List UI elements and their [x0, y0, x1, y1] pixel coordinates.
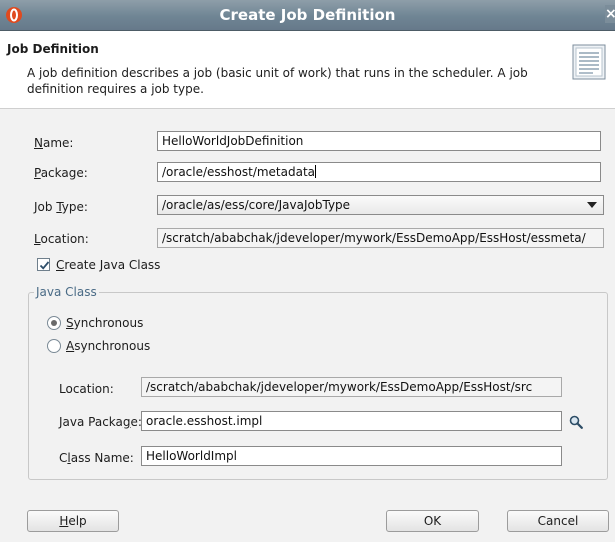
cancel-button[interactable]: Cancel: [507, 510, 609, 532]
java-class-legend: Java Class: [34, 285, 99, 299]
asynchronous-label[interactable]: Asynchronous: [66, 339, 150, 353]
synchronous-label[interactable]: Synchronous: [66, 316, 143, 330]
title-bar: Create Job Definition ×: [0, 0, 615, 31]
job-type-label: Job Type:: [34, 200, 88, 214]
name-label: Name:: [34, 136, 74, 150]
search-icon[interactable]: [569, 415, 583, 429]
chevron-down-icon[interactable]: [587, 202, 597, 208]
header-description: A job definition describes a job (basic …: [27, 66, 528, 96]
document-icon: [572, 44, 606, 80]
radio-selected-dot: [51, 320, 57, 326]
window-title: Create Job Definition: [219, 6, 396, 24]
ok-button[interactable]: OK: [386, 510, 479, 532]
class-name-field[interactable]: HelloWorldImpl: [141, 446, 562, 466]
checkmark-icon: [39, 261, 50, 270]
java-location-label: Location:: [59, 382, 114, 396]
asynchronous-radio[interactable]: [47, 339, 61, 353]
package-label: Package:: [34, 166, 88, 180]
create-java-class-checkbox[interactable]: [37, 258, 50, 271]
package-field[interactable]: /oracle/esshost/metadata: [157, 162, 601, 182]
java-package-label: Java Package:: [59, 415, 142, 429]
java-package-field[interactable]: oracle.esshost.impl: [141, 411, 562, 431]
synchronous-radio[interactable]: [47, 316, 61, 330]
location-field[interactable]: /scratch/ababchak/jdeveloper/mywork/EssD…: [157, 228, 604, 248]
text-cursor: [315, 165, 317, 178]
location-label: Location:: [34, 232, 89, 246]
create-java-class-label[interactable]: Create Java Class: [56, 258, 160, 272]
help-button[interactable]: Help: [27, 510, 119, 532]
name-field[interactable]: HelloWorldJobDefinition: [157, 131, 601, 151]
close-icon[interactable]: ×: [605, 5, 615, 23]
header-panel: Job Definition A job definition describe…: [0, 31, 615, 109]
header-title: Job Definition: [7, 42, 99, 56]
class-name-label: Class Name:: [59, 451, 134, 465]
java-location-field[interactable]: /scratch/ababchak/jdeveloper/mywork/EssD…: [141, 377, 562, 397]
job-type-select[interactable]: /oracle/as/ess/core/JavaJobType: [157, 195, 604, 215]
